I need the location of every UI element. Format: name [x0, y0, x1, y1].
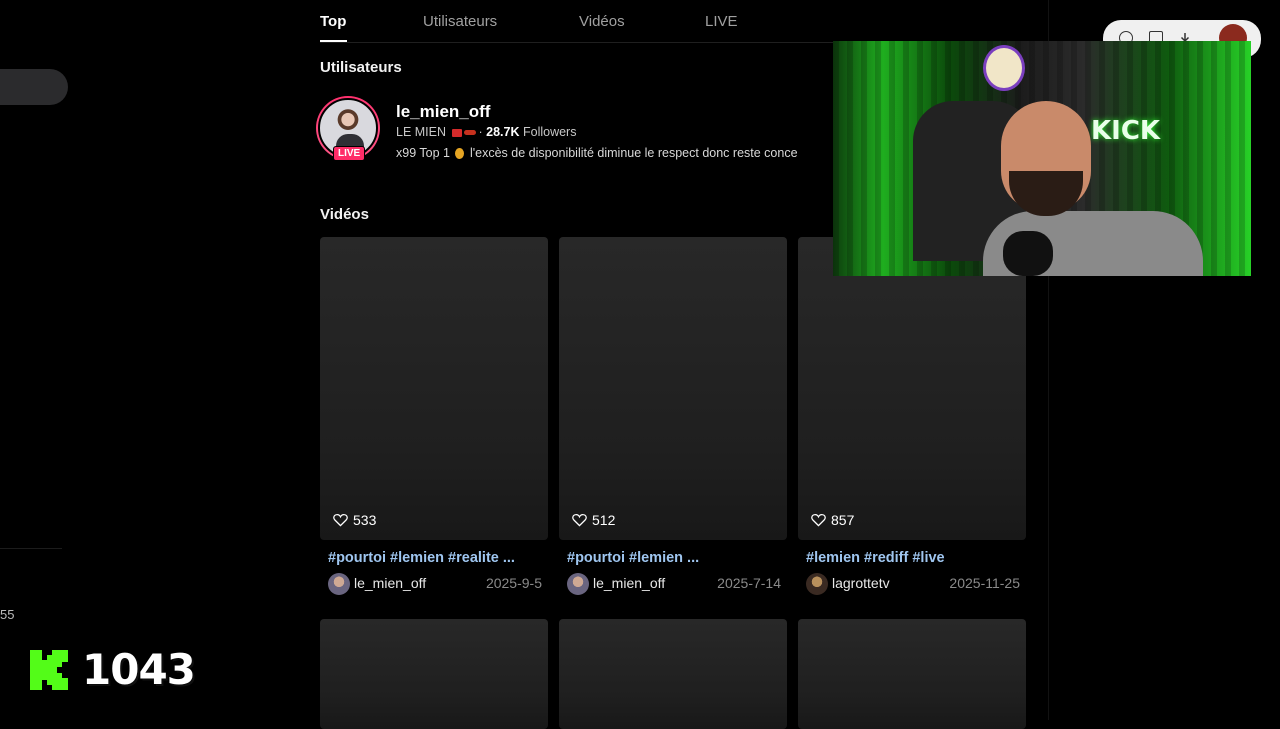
heart-icon [572, 514, 587, 527]
like-count-row: 533 [333, 512, 376, 528]
video-date: 2025-7-14 [717, 575, 781, 591]
user-name[interactable]: le_mien_off [396, 102, 490, 122]
kick-viewer-count: 1043 [82, 645, 196, 694]
video-thumbnail[interactable]: 512 [559, 237, 787, 540]
live-badge: LIVE [333, 146, 366, 161]
tab-videos[interactable]: Vidéos [579, 13, 625, 30]
left-search-pill[interactable] [0, 69, 68, 105]
kick-neon-sign: KICK [1091, 116, 1161, 146]
left-divider [0, 548, 62, 549]
video-thumbnail[interactable]: 857 [798, 237, 1026, 540]
bio-text: l'excès de disponibilité diminue le resp… [469, 146, 798, 160]
left-partial-number: 55 [0, 607, 15, 622]
video-caption[interactable]: #pourtoi #lemien ... [567, 550, 699, 566]
flag-icon [451, 128, 462, 137]
video-card[interactable]: 857 #lemien #rediff #live lagrottetv 202… [798, 237, 1026, 595]
video-caption[interactable]: #lemien #rediff #live [806, 550, 945, 566]
followers-label: Followers [522, 125, 577, 139]
user-bio: x99 Top 1 l'excès de disponibilité dimin… [396, 146, 833, 160]
user-meta: LE MIEN · 28.7K Followers [396, 125, 577, 139]
heart-icon [333, 514, 348, 527]
tab-top[interactable]: Top [320, 13, 346, 30]
video-thumbnail[interactable]: 533 [320, 237, 548, 540]
like-count-row: 512 [572, 512, 615, 528]
author-name[interactable]: le_mien_off [354, 575, 426, 591]
skull-decoration [983, 45, 1025, 91]
heart-icon [811, 514, 826, 527]
video-thumbnail[interactable] [798, 619, 1026, 729]
video-author-row[interactable]: le_mien_off 2025-7-14 [567, 573, 781, 595]
video-card[interactable]: 512 #pourtoi #lemien ... le_mien_off 202… [559, 237, 787, 595]
tab-live[interactable]: LIVE [705, 13, 738, 30]
video-date: 2025-9-5 [485, 575, 542, 591]
active-tab-indicator [320, 40, 347, 42]
author-avatar [567, 573, 589, 595]
video-card[interactable] [798, 619, 1026, 729]
microphone [1003, 231, 1053, 276]
search-tabs: Top Utilisateurs Vidéos LIVE [320, 0, 1048, 43]
like-count-row: 857 [811, 512, 854, 528]
author-avatar [806, 573, 828, 595]
video-thumbnail[interactable] [559, 619, 787, 729]
like-count: 512 [592, 512, 616, 528]
video-caption[interactable]: #pourtoi #lemien #realite ... [328, 550, 515, 566]
kick-viewer-badge: 1043 [30, 645, 196, 694]
followers-count: 28.7K [486, 125, 520, 139]
users-section-title: Utilisateurs [320, 59, 402, 76]
video-thumbnail[interactable] [320, 619, 548, 729]
pepper-icon [463, 130, 476, 136]
user-display-name: LE MIEN [396, 125, 447, 139]
video-date: 2025-11-25 [949, 575, 1020, 591]
medal-icon [455, 148, 465, 160]
video-author-row[interactable]: lagrottetv 2025-11-25 [806, 573, 1020, 595]
video-card[interactable]: 533 #pourtoi #lemien #realite ... le_mie… [320, 237, 548, 595]
videos-section-title: Vidéos [320, 206, 369, 223]
tab-users[interactable]: Utilisateurs [423, 13, 497, 30]
like-count: 857 [831, 512, 855, 528]
video-author-row[interactable]: le_mien_off 2025-9-5 [328, 573, 542, 595]
author-avatar [328, 573, 350, 595]
video-card[interactable] [320, 619, 548, 729]
author-name[interactable]: lagrottetv [832, 575, 890, 591]
like-count: 533 [353, 512, 377, 528]
kick-logo-icon [30, 649, 68, 690]
author-name[interactable]: le_mien_off [593, 575, 665, 591]
video-card[interactable] [559, 619, 787, 729]
streamer-webcam: KICK [833, 41, 1251, 276]
bio-prefix: x99 Top 1 [396, 146, 450, 160]
